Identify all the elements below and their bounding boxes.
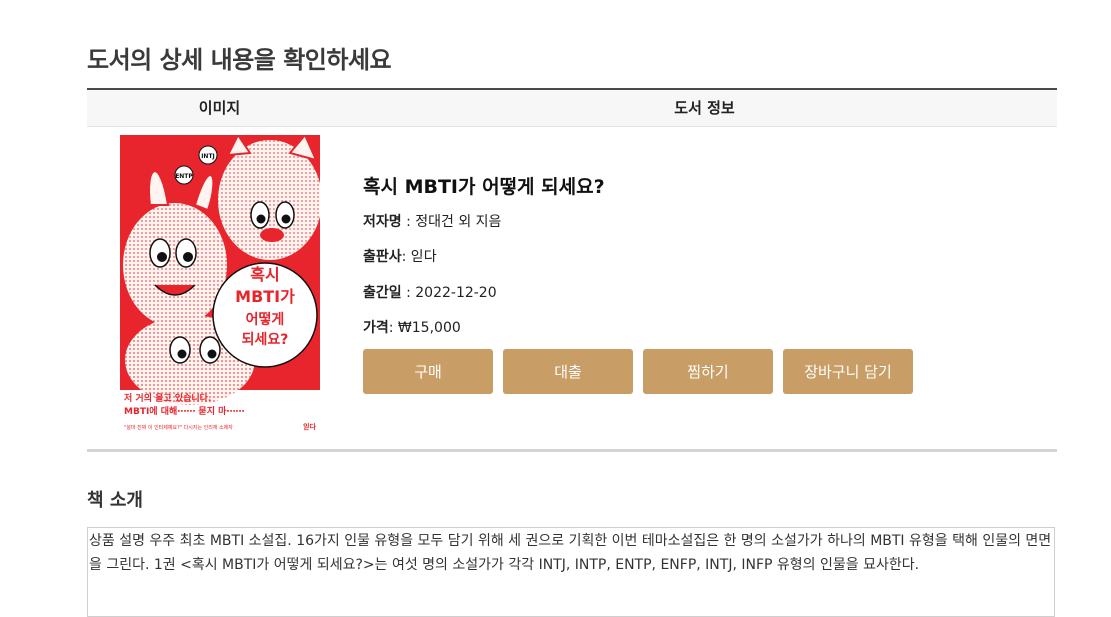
price-label: 가격 xyxy=(363,320,389,336)
book-title: 혹시 MBTI가 어떻게 되세요? xyxy=(363,176,605,198)
page-title: 도서의 상세 내용을 확인하세요 xyxy=(87,46,392,74)
cover-title-line4: 되세요? xyxy=(242,332,289,348)
book-price: 가격: ₩15,000 xyxy=(363,317,461,337)
book-author: 저자명 : 정대건 외 지음 xyxy=(363,211,501,231)
date-label: 출간일 xyxy=(363,285,402,301)
book-cover-image[interactable]: INTJ ENTP 혹시 MBTI가 어떻게 되세요? 저 거의 올고 있습니다… xyxy=(120,135,320,435)
cover-badge-intj: INTJ xyxy=(201,153,215,160)
book-intro-heading: 책 소개 xyxy=(87,490,143,511)
book-intro-text[interactable]: 상품 설명 우주 최초 MBTI 소설집. 16가지 인물 유형을 모두 담기 … xyxy=(87,527,1055,617)
cover-title-line3: 어떻게 xyxy=(246,311,285,328)
table-body: INTJ ENTP 혹시 MBTI가 어떻게 되세요? 저 거의 올고 있습니다… xyxy=(87,127,1057,449)
rent-button[interactable]: 대출 xyxy=(503,349,633,394)
cover-title-line2: MBTI가 xyxy=(235,287,295,306)
price-value: : ₩15,000 xyxy=(388,320,461,336)
wishlist-button[interactable]: 찜하기 xyxy=(643,349,773,394)
action-buttons: 구매 대출 찜하기 장바구니 담기 xyxy=(363,349,913,394)
cover-tagline-line2: MBTI에 대해⋯⋯ 묻지 마⋯⋯ xyxy=(124,405,244,417)
publisher-label: 출판사 xyxy=(363,249,402,265)
cover-badge-entp: ENTP xyxy=(175,173,193,180)
book-publish-date: 출간일 : 2022-12-20 xyxy=(363,282,497,302)
buy-button[interactable]: 구매 xyxy=(363,349,493,394)
author-label: 저자명 xyxy=(363,214,402,230)
table-header: 이미지 도서 정보 xyxy=(87,90,1057,127)
column-header-image: 이미지 xyxy=(198,99,241,117)
book-cover-illustration: INTJ ENTP 혹시 MBTI가 어떻게 되세요? 저 거의 올고 있습니다… xyxy=(120,135,320,435)
cover-title-line1: 혹시 xyxy=(250,265,279,284)
column-header-book-info: 도서 정보 xyxy=(674,99,735,117)
book-detail-table: 이미지 도서 정보 INTJ ENTP 혹시 MBTI가 어떻게 되세요? 저 … xyxy=(87,88,1057,452)
add-to-cart-button[interactable]: 장바구니 담기 xyxy=(783,349,913,394)
author-value: : 정대건 외 지음 xyxy=(401,214,502,230)
book-publisher: 출판사: 읻다 xyxy=(363,246,437,266)
cover-publisher-logo: 읻다 xyxy=(303,422,316,431)
cover-quote: "설마 진짜 이 인터제예요?" 다시지는 인리재 소제자 xyxy=(124,424,233,431)
cover-tagline-line1: 저 거의 올고 있습니다. xyxy=(124,392,211,404)
date-value: : 2022-12-20 xyxy=(401,285,497,301)
publisher-value: : 읻다 xyxy=(401,249,437,265)
